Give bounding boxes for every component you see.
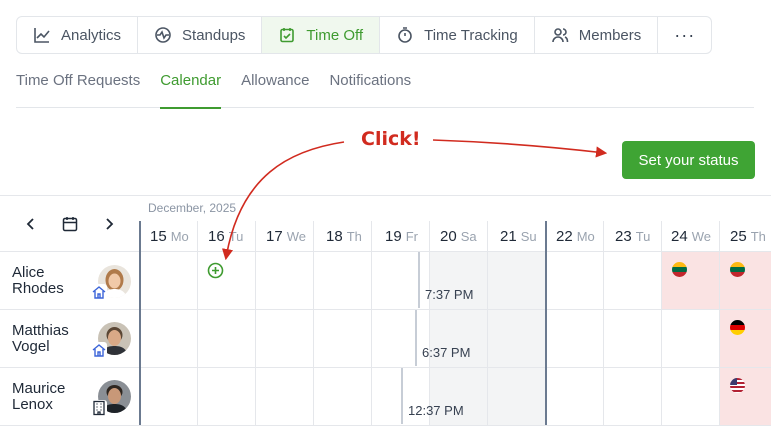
nav-standups[interactable]: Standups bbox=[138, 17, 263, 53]
day-num: 22 bbox=[556, 228, 573, 245]
more-icon[interactable]: ··· bbox=[658, 17, 711, 53]
tab-notifications[interactable]: Notifications bbox=[329, 70, 411, 108]
add-time-off-icon[interactable] bbox=[207, 262, 224, 279]
nav-standups-label: Standups bbox=[182, 26, 246, 44]
day-header: 17 We bbox=[266, 228, 306, 245]
day-header: 21 Su bbox=[500, 228, 537, 245]
nav-time-off-label: Time Off bbox=[306, 26, 364, 44]
nav-members[interactable]: Members bbox=[535, 17, 659, 53]
day-num: 25 bbox=[730, 228, 747, 245]
local-time-label: 12:37 PM bbox=[408, 403, 464, 418]
weekend-shade bbox=[430, 251, 546, 425]
annotation-click-label: Click! bbox=[361, 128, 421, 150]
tab-allowance[interactable]: Allowance bbox=[241, 70, 309, 108]
day-num: 19 bbox=[385, 228, 402, 245]
set-status-button[interactable]: Set your status bbox=[622, 141, 755, 179]
office-icon bbox=[91, 400, 107, 416]
nav-time-tracking-label: Time Tracking bbox=[424, 26, 518, 44]
local-time-label: 6:37 PM bbox=[422, 345, 471, 360]
local-time-marker bbox=[401, 368, 403, 424]
day-header: 18 Th bbox=[326, 228, 362, 245]
day-dow: Fr bbox=[405, 229, 418, 244]
nav-members-label: Members bbox=[578, 26, 642, 44]
member-name: Alice Rhodes bbox=[12, 264, 64, 297]
day-header: 20 Sa bbox=[440, 228, 477, 245]
standups-icon bbox=[155, 27, 171, 43]
day-header: 15 Mo bbox=[150, 228, 189, 245]
day-dow: Th bbox=[346, 229, 362, 244]
day-num: 15 bbox=[150, 228, 167, 245]
analytics-icon bbox=[34, 28, 50, 43]
germany-flag bbox=[730, 320, 745, 335]
chevron-right-icon[interactable] bbox=[100, 215, 118, 233]
calendar-picker-icon[interactable] bbox=[61, 215, 79, 233]
local-time-label: 7:37 PM bbox=[425, 287, 474, 302]
day-dow: Th bbox=[750, 229, 766, 244]
chevron-left-icon[interactable] bbox=[22, 215, 40, 233]
member-name: Matthias Vogel bbox=[12, 322, 69, 355]
home-icon bbox=[91, 284, 107, 300]
day-header: 25 Th bbox=[730, 228, 766, 245]
month-label: December, 2025 bbox=[148, 201, 237, 215]
nav-time-tracking[interactable]: Time Tracking bbox=[380, 17, 535, 53]
day-num: 23 bbox=[615, 228, 632, 245]
day-dow: Su bbox=[520, 229, 537, 244]
local-time-marker bbox=[418, 252, 420, 308]
more-label: ··· bbox=[674, 24, 696, 45]
day-num: 24 bbox=[671, 228, 688, 245]
day-dow: Tu bbox=[228, 229, 244, 244]
member-name: Maurice Lenox bbox=[12, 380, 66, 413]
day-header: 19 Fr bbox=[385, 228, 418, 245]
nav-analytics-label: Analytics bbox=[61, 26, 122, 44]
day-dow: Mo bbox=[576, 229, 595, 244]
day-dow: We bbox=[691, 229, 711, 244]
usa-flag bbox=[730, 378, 745, 393]
day-header: 24 We bbox=[671, 228, 711, 245]
members-icon bbox=[551, 28, 569, 43]
day-num: 21 bbox=[500, 228, 517, 245]
day-num: 20 bbox=[440, 228, 457, 245]
day-num: 16 bbox=[208, 228, 225, 245]
tab-time-off-requests[interactable]: Time Off Requests bbox=[16, 70, 140, 108]
day-dow: We bbox=[286, 229, 306, 244]
day-header: 22 Mo bbox=[556, 228, 595, 245]
sub-tabs: Time Off Requests Calendar Allowance Not… bbox=[16, 70, 754, 109]
day-dow: Mo bbox=[170, 229, 189, 244]
top-nav: Analytics Standups Time Off Time Trackin… bbox=[16, 16, 713, 54]
tab-calendar[interactable]: Calendar bbox=[160, 70, 221, 109]
local-time-marker bbox=[415, 310, 417, 366]
day-header: 23 Tu bbox=[615, 228, 650, 245]
nav-analytics[interactable]: Analytics bbox=[17, 17, 139, 53]
day-num: 17 bbox=[266, 228, 283, 245]
home-icon bbox=[91, 342, 107, 358]
day-dow: Tu bbox=[635, 229, 651, 244]
day-dow: Sa bbox=[460, 229, 477, 244]
calendar-grid: December, 2025 15 Mo 16 Tu 17 We 18 Th 19 Fr … bbox=[0, 195, 771, 441]
day-num: 18 bbox=[326, 228, 343, 245]
lithuania-flag bbox=[730, 262, 745, 277]
lithuania-flag bbox=[672, 262, 687, 277]
calendar-check-icon bbox=[280, 28, 295, 43]
calendar-nav bbox=[0, 195, 140, 251]
nav-time-off[interactable]: Time Off bbox=[262, 17, 381, 53]
stopwatch-icon bbox=[398, 27, 412, 43]
holiday-cell bbox=[662, 251, 771, 309]
day-header: 16 Tu bbox=[208, 228, 243, 245]
